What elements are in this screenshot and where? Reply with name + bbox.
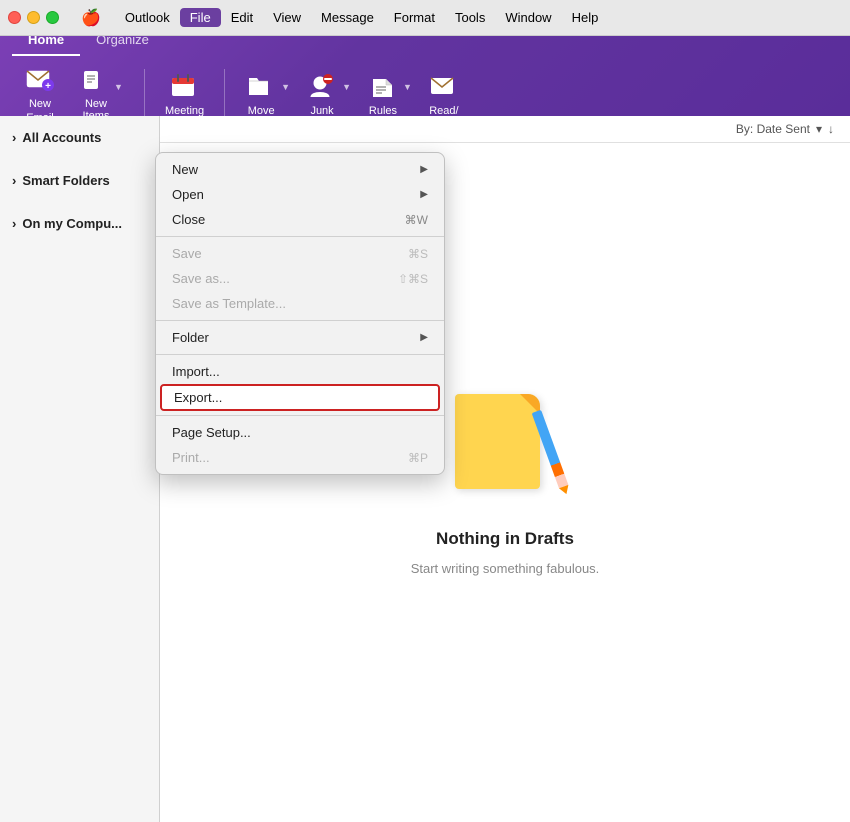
menu-edit[interactable]: Edit <box>221 8 263 27</box>
menu-message[interactable]: Message <box>311 8 384 27</box>
sidebar-item-on-computer[interactable]: › On my Compu... <box>0 210 159 237</box>
menu-save-label: Save <box>172 246 202 261</box>
new-items-icon <box>80 66 112 98</box>
menu-file[interactable]: File <box>180 8 221 27</box>
main-content: › All Accounts › Smart Folders › On my C… <box>0 116 850 822</box>
separator-1 <box>156 236 444 237</box>
menu-item-folder[interactable]: Folder ▶ <box>156 325 444 350</box>
menu-item-new[interactable]: New ▶ <box>156 157 444 182</box>
menu-save-as-shortcut: ⇧⌘S <box>398 272 428 286</box>
close-button[interactable] <box>8 11 21 24</box>
sidebar-section-smart: › Smart Folders <box>0 159 159 202</box>
menu-item-save-template: Save as Template... <box>156 291 444 316</box>
junk-button-group: Junk ▼ <box>298 67 351 121</box>
menu-page-setup-label: Page Setup... <box>172 425 251 440</box>
separator-1 <box>144 69 145 119</box>
smart-folders-chevron: › <box>12 173 16 188</box>
sidebar-item-smart-folders[interactable]: › Smart Folders <box>0 167 159 194</box>
move-dropdown-arrow[interactable]: ▼ <box>281 82 290 92</box>
apple-menu[interactable]: 🍎 <box>71 6 111 30</box>
menu-bar-items: 🍎 Outlook File Edit View Message Format … <box>71 6 842 30</box>
menu-import-label: Import... <box>172 364 220 379</box>
rules-dropdown-arrow[interactable]: ▼ <box>403 82 412 92</box>
separator-2 <box>156 320 444 321</box>
menu-folder-label: Folder <box>172 330 209 345</box>
menu-new-label: New <box>172 162 198 177</box>
toolbar: Home Organize + New Email <box>0 36 850 116</box>
menu-item-save: Save ⌘S <box>156 241 444 266</box>
separator-2 <box>224 69 225 119</box>
separator-4 <box>156 415 444 416</box>
empty-state-subtitle: Start writing something fabulous. <box>411 561 600 576</box>
move-button[interactable]: Move <box>237 67 285 121</box>
move-icon <box>245 71 277 103</box>
menu-outlook[interactable]: Outlook <box>115 8 180 27</box>
menu-print-label: Print... <box>172 450 210 465</box>
content-header: By: Date Sent ▾ ↓ <box>160 116 850 143</box>
menu-close-shortcut: ⌘W <box>405 213 428 227</box>
menu-window[interactable]: Window <box>495 8 561 27</box>
new-items-label: New <box>85 98 107 110</box>
sort-direction-icon: ▾ <box>816 122 822 136</box>
traffic-lights <box>8 11 59 24</box>
sort-label[interactable]: By: Date Sent <box>736 122 810 136</box>
menu-format[interactable]: Format <box>384 8 445 27</box>
menu-item-export[interactable]: Export... <box>160 384 440 411</box>
menu-item-close[interactable]: Close ⌘W <box>156 207 444 232</box>
read-icon <box>428 71 460 103</box>
rules-button[interactable]: Rules <box>359 67 407 121</box>
sort-order-icon: ↓ <box>828 122 834 136</box>
file-menu: New ▶ Open ▶ Close ⌘W Save ⌘S Save as...… <box>155 152 445 475</box>
new-email-label: New <box>29 98 51 110</box>
meeting-icon <box>169 71 201 103</box>
on-computer-chevron: › <box>12 216 16 231</box>
sidebar-section-accounts: › All Accounts <box>0 116 159 159</box>
menu-item-open[interactable]: Open ▶ <box>156 182 444 207</box>
svg-text:+: + <box>45 81 51 92</box>
new-email-icon: + <box>24 64 56 96</box>
menu-save-shortcut: ⌘S <box>408 247 428 261</box>
maximize-button[interactable] <box>46 11 59 24</box>
menu-new-arrow: ▶ <box>420 164 428 175</box>
meeting-button[interactable]: Meeting <box>157 67 212 121</box>
junk-button[interactable]: Junk <box>298 67 346 121</box>
draft-illustration <box>445 389 565 509</box>
menu-item-page-setup[interactable]: Page Setup... <box>156 420 444 445</box>
menu-item-import[interactable]: Import... <box>156 359 444 384</box>
menu-save-as-label: Save as... <box>172 271 230 286</box>
all-accounts-label: All Accounts <box>22 130 101 145</box>
menu-close-label: Close <box>172 212 205 227</box>
menu-help[interactable]: Help <box>562 8 609 27</box>
rules-icon <box>367 71 399 103</box>
sidebar-section-computer: › On my Compu... <box>0 202 159 245</box>
separator-3 <box>156 354 444 355</box>
on-computer-label: On my Compu... <box>22 216 122 231</box>
menu-bar: 🍎 Outlook File Edit View Message Format … <box>0 0 850 36</box>
sidebar-item-all-accounts[interactable]: › All Accounts <box>0 124 159 151</box>
minimize-button[interactable] <box>27 11 40 24</box>
sidebar: › All Accounts › Smart Folders › On my C… <box>0 116 160 822</box>
menu-folder-arrow: ▶ <box>420 332 428 343</box>
menu-export-label: Export... <box>174 390 222 405</box>
menu-open-label: Open <box>172 187 204 202</box>
draft-paper <box>455 394 540 489</box>
move-button-group: Move ▼ <box>237 67 290 121</box>
menu-open-arrow: ▶ <box>420 189 428 200</box>
empty-state-title: Nothing in Drafts <box>436 529 574 549</box>
junk-dropdown-arrow[interactable]: ▼ <box>342 82 351 92</box>
menu-tools[interactable]: Tools <box>445 8 495 27</box>
rules-button-group: Rules ▼ <box>359 67 412 121</box>
menu-save-template-label: Save as Template... <box>172 296 286 311</box>
smart-folders-label: Smart Folders <box>22 173 109 188</box>
menu-print-shortcut: ⌘P <box>408 451 428 465</box>
menu-item-print: Print... ⌘P <box>156 445 444 470</box>
menu-view[interactable]: View <box>263 8 311 27</box>
all-accounts-chevron: › <box>12 130 16 145</box>
menu-item-save-as: Save as... ⇧⌘S <box>156 266 444 291</box>
junk-icon <box>306 71 338 103</box>
read-button[interactable]: Read/ <box>420 67 468 121</box>
